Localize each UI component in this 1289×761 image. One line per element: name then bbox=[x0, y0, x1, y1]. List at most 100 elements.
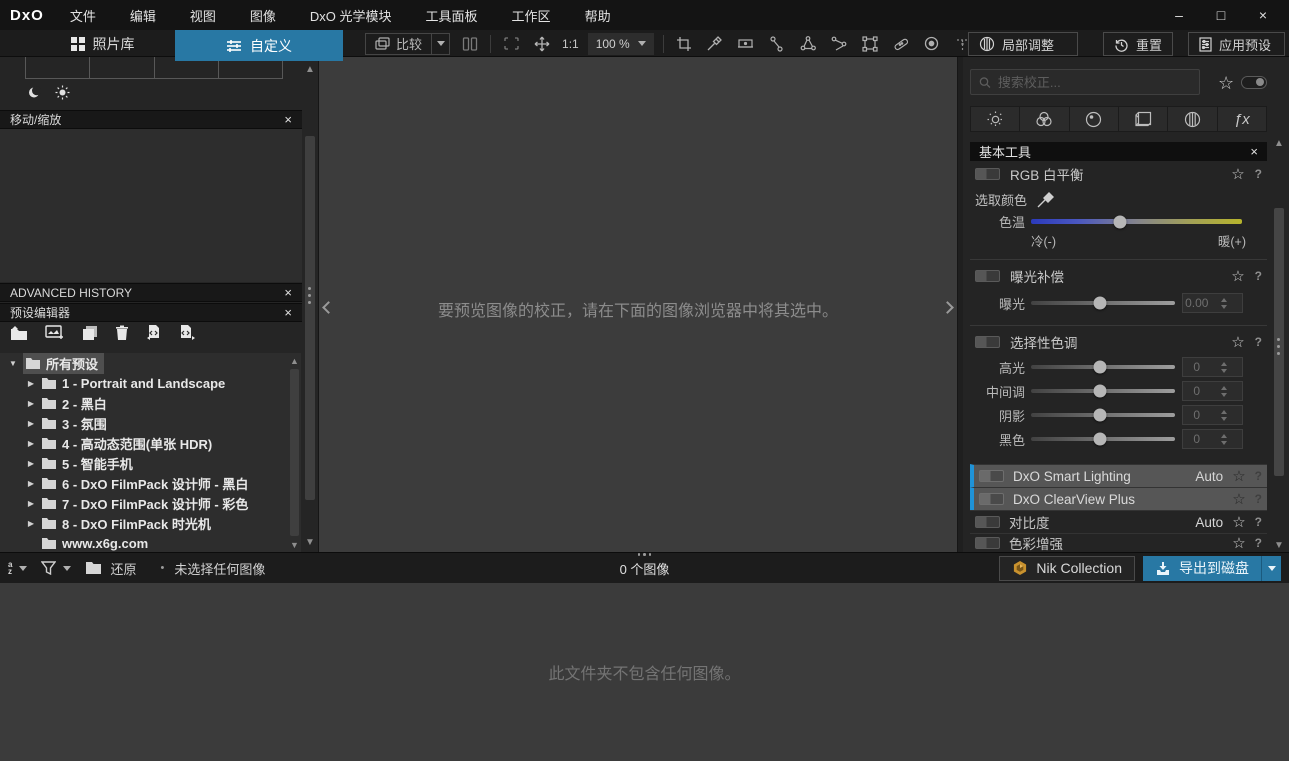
menu-image[interactable]: 图像 bbox=[250, 6, 276, 25]
perspective-tool-icon[interactable] bbox=[859, 33, 881, 55]
favorite-star-icon[interactable]: ☆ bbox=[1232, 469, 1245, 484]
color-rendering-checkbox[interactable] bbox=[975, 537, 1000, 549]
nik-collection-button[interactable]: Nik Collection bbox=[999, 555, 1135, 581]
export-to-disk-button[interactable]: 导出到磁盘 bbox=[1143, 555, 1281, 581]
minimize-button[interactable]: – bbox=[1171, 7, 1187, 23]
collapsed-arrow-icon[interactable]: ▶ bbox=[26, 419, 36, 428]
create-preset-from-image-icon[interactable] bbox=[45, 325, 65, 340]
favorite-star-icon[interactable]: ☆ bbox=[1231, 335, 1244, 350]
control-point-icon[interactable] bbox=[766, 33, 788, 55]
crop-icon[interactable] bbox=[673, 33, 695, 55]
blacks-slider-thumb[interactable] bbox=[1093, 432, 1107, 446]
menu-tool-panels[interactable]: 工具面板 bbox=[426, 6, 478, 25]
tree-item-all-presets[interactable]: ▼ 所有预设 bbox=[0, 353, 288, 374]
collapsed-arrow-icon[interactable]: ▶ bbox=[26, 399, 36, 408]
search-corrections-box[interactable] bbox=[970, 69, 1200, 95]
favorite-star-icon[interactable]: ☆ bbox=[1231, 269, 1244, 284]
highlights-slider-thumb[interactable] bbox=[1093, 360, 1107, 374]
import-preset-file-icon[interactable] bbox=[146, 324, 162, 341]
active-corrections-toggle[interactable] bbox=[1241, 76, 1267, 89]
contrast-checkbox[interactable] bbox=[975, 516, 1000, 528]
contrast-tool-row[interactable]: 对比度 Auto ☆ ? bbox=[970, 510, 1267, 533]
right-splitter-grip[interactable] bbox=[1277, 338, 1280, 355]
tree-item[interactable]: www.x6g.com bbox=[0, 533, 288, 552]
repair-tool-icon[interactable] bbox=[890, 33, 912, 55]
pan-icon[interactable] bbox=[531, 33, 553, 55]
control-line-icon[interactable] bbox=[828, 33, 850, 55]
spinner-icon[interactable] bbox=[1211, 409, 1239, 421]
exposure-value-input[interactable]: 0.00 bbox=[1182, 293, 1243, 313]
highlight-clipping-sun-icon[interactable] bbox=[55, 85, 70, 100]
midtones-value-input[interactable]: 0 bbox=[1182, 381, 1243, 401]
menu-optics-modules[interactable]: DxO 光学模块 bbox=[310, 6, 392, 25]
close-panel-icon[interactable]: × bbox=[284, 286, 292, 299]
restore-folder-button[interactable]: 还原 bbox=[85, 559, 136, 578]
exposure-slider-thumb[interactable] bbox=[1093, 296, 1107, 310]
help-icon[interactable]: ? bbox=[1255, 167, 1262, 181]
collapsed-arrow-icon[interactable]: ▶ bbox=[26, 499, 36, 508]
menu-edit[interactable]: 编辑 bbox=[130, 6, 156, 25]
menu-help[interactable]: 帮助 bbox=[585, 6, 611, 25]
help-icon[interactable]: ? bbox=[1255, 469, 1262, 483]
compare-dropdown[interactable] bbox=[431, 33, 449, 54]
tree-item[interactable]: ▶ 7 - DxO FilmPack 设计师 - 彩色 bbox=[0, 493, 288, 513]
exposure-enable-checkbox[interactable] bbox=[975, 270, 1000, 282]
help-icon[interactable]: ? bbox=[1255, 335, 1262, 349]
highlights-value-input[interactable]: 0 bbox=[1182, 357, 1243, 377]
red-eye-tool-icon[interactable] bbox=[921, 33, 943, 55]
wb-enable-checkbox[interactable] bbox=[975, 168, 1000, 180]
spinner-icon[interactable] bbox=[1211, 297, 1239, 309]
smart-lighting-checkbox[interactable] bbox=[979, 470, 1004, 482]
horizon-tool-icon[interactable] bbox=[735, 33, 757, 55]
blacks-slider[interactable] bbox=[1031, 432, 1175, 446]
tree-item[interactable]: ▶ 1 - Portrait and Landscape bbox=[0, 373, 288, 393]
exposure-slider[interactable] bbox=[1031, 296, 1175, 310]
zoom-1-1-button[interactable]: 1:1 bbox=[562, 37, 579, 51]
close-button[interactable]: × bbox=[1255, 7, 1271, 23]
tab-customize[interactable]: 自定义 bbox=[175, 30, 343, 61]
help-icon[interactable]: ? bbox=[1255, 492, 1262, 506]
shadow-clipping-moon-icon[interactable] bbox=[28, 86, 41, 99]
collapsed-arrow-icon[interactable]: ▶ bbox=[26, 439, 36, 448]
help-icon[interactable]: ? bbox=[1255, 269, 1262, 283]
shadows-slider-thumb[interactable] bbox=[1093, 408, 1107, 422]
temperature-slider[interactable] bbox=[1031, 215, 1242, 228]
filter-button[interactable] bbox=[41, 561, 72, 575]
close-panel-icon[interactable]: × bbox=[284, 306, 292, 319]
menu-file[interactable]: 文件 bbox=[70, 6, 96, 25]
tab-detail[interactable] bbox=[1069, 107, 1118, 131]
menu-workspace[interactable]: 工作区 bbox=[512, 6, 551, 25]
reset-button[interactable]: 重置 bbox=[1103, 32, 1173, 56]
delete-preset-icon[interactable] bbox=[115, 325, 129, 341]
midtones-slider-thumb[interactable] bbox=[1093, 384, 1107, 398]
side-by-side-icon[interactable] bbox=[459, 33, 481, 55]
tab-local-adjustments[interactable] bbox=[1168, 107, 1217, 131]
midtones-slider[interactable] bbox=[1031, 384, 1175, 398]
tree-item[interactable]: ▶ 8 - DxO FilmPack 时光机 bbox=[0, 513, 288, 533]
clearview-plus-tool-row[interactable]: DxO ClearView Plus ☆ ? bbox=[970, 487, 1267, 510]
zoom-level-select[interactable]: 100 % bbox=[587, 32, 654, 55]
collapsed-arrow-icon[interactable]: ▶ bbox=[26, 459, 36, 468]
fit-screen-icon[interactable] bbox=[500, 33, 522, 55]
favorite-star-icon[interactable]: ☆ bbox=[1232, 536, 1245, 551]
tab-light[interactable] bbox=[971, 107, 1020, 131]
shadows-slider[interactable] bbox=[1031, 408, 1175, 422]
close-panel-icon[interactable]: × bbox=[1250, 144, 1258, 159]
help-icon[interactable]: ? bbox=[1255, 515, 1262, 529]
preset-tree-scrollbar[interactable]: ▲ ▼ bbox=[288, 353, 301, 552]
import-preset-icon[interactable] bbox=[10, 325, 28, 341]
shadows-value-input[interactable]: 0 bbox=[1182, 405, 1243, 425]
close-panel-icon[interactable]: × bbox=[284, 113, 292, 126]
compare-button[interactable]: 比较 bbox=[365, 32, 451, 55]
export-preset-file-icon[interactable] bbox=[179, 324, 195, 341]
tab-effects[interactable]: ƒx bbox=[1217, 107, 1266, 131]
white-balance-picker-icon[interactable] bbox=[704, 33, 726, 55]
clearview-plus-checkbox[interactable] bbox=[979, 493, 1004, 505]
help-icon[interactable]: ? bbox=[1255, 536, 1262, 550]
search-corrections-input[interactable] bbox=[997, 74, 1191, 90]
spinner-icon[interactable] bbox=[1211, 385, 1239, 397]
apply-preset-button[interactable]: 应用预设 bbox=[1188, 32, 1285, 56]
left-splitter-grip[interactable] bbox=[308, 287, 311, 304]
duplicate-preset-icon[interactable] bbox=[82, 325, 98, 341]
control-polygon-icon[interactable] bbox=[797, 33, 819, 55]
